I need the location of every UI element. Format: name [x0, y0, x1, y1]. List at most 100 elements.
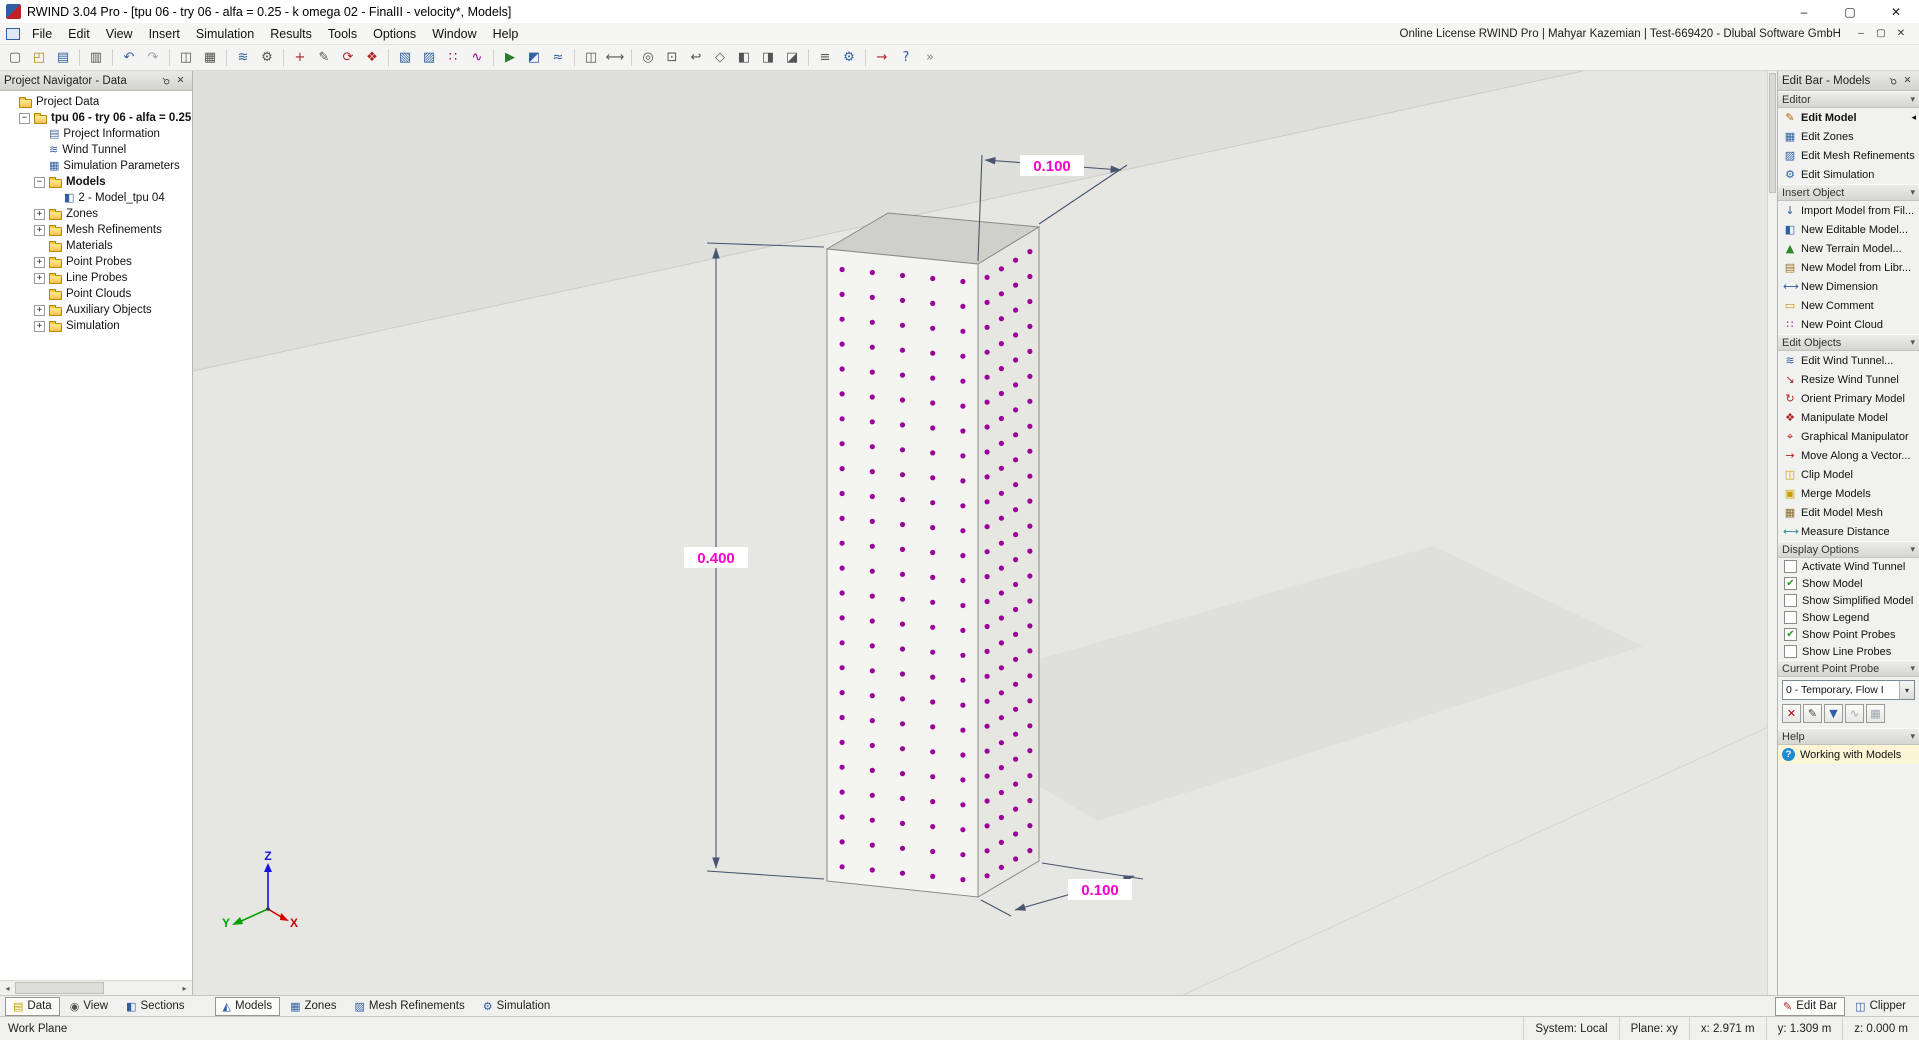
close-button[interactable]: ✕: [1873, 0, 1919, 23]
editbar-item-edit-model[interactable]: ✎ Edit Model ◂: [1778, 108, 1919, 127]
editbar-item-new-model-from-libr[interactable]: ▤ New Model from Libr...: [1778, 258, 1919, 277]
menu-help[interactable]: Help: [485, 24, 527, 44]
tree-item-tpu-06-try-06-alfa-0-25[interactable]: − tpu 06 - try 06 - alfa = 0.25: [0, 110, 192, 126]
measure-button[interactable]: ⟷: [604, 47, 626, 69]
wind-tunnel-button[interactable]: ≋: [232, 47, 254, 69]
save-project-button[interactable]: ▤: [52, 47, 74, 69]
expand-icon[interactable]: +: [34, 320, 45, 332]
simulation-parameters-button[interactable]: ⚙: [256, 47, 278, 69]
save-point-probe-button[interactable]: ▼: [1824, 704, 1843, 723]
expand-icon[interactable]: +: [34, 208, 45, 220]
editbar-item-new-dimension[interactable]: ⟷ New Dimension: [1778, 277, 1919, 296]
menu-simulation[interactable]: Simulation: [188, 24, 262, 44]
tab-zones[interactable]: ▦ Zones: [282, 997, 344, 1016]
menu-window[interactable]: Window: [424, 24, 484, 44]
tab-view[interactable]: ◉ View: [62, 997, 116, 1016]
section-header-insert-object[interactable]: Insert Object ▾: [1778, 184, 1919, 201]
probe-diagram-button[interactable]: ∿: [1845, 704, 1864, 723]
checkbox-unchecked-icon[interactable]: [1784, 594, 1797, 607]
menu-insert[interactable]: Insert: [141, 24, 188, 44]
tab-sections[interactable]: ◧ Sections: [118, 997, 193, 1016]
expand-icon[interactable]: +: [34, 224, 45, 236]
tree-item-point-clouds[interactable]: Point Clouds: [0, 286, 192, 302]
checkbox-checked-icon[interactable]: ✔: [1784, 577, 1797, 590]
redo-button[interactable]: ↷: [142, 47, 164, 69]
editbar-item-edit-model-mesh[interactable]: ▦ Edit Model Mesh: [1778, 503, 1919, 522]
move-along-vector-button[interactable]: →: [871, 47, 893, 69]
editbar-item-new-comment[interactable]: ▭ New Comment: [1778, 296, 1919, 315]
new-line-probe-button[interactable]: ∿: [466, 47, 488, 69]
minimize-button[interactable]: –: [1781, 0, 1827, 23]
toolbar-overflow-button[interactable]: »: [919, 47, 941, 69]
editbar-item-clip-model[interactable]: ◫ Clip Model: [1778, 465, 1919, 484]
checkbox-unchecked-icon[interactable]: [1784, 645, 1797, 658]
tree-item-2-model-tpu-04[interactable]: ◧ 2 - Model_tpu 04: [0, 190, 192, 206]
tree-item-project-information[interactable]: ▤ Project Information: [0, 126, 192, 142]
view-x-button[interactable]: ◧: [733, 47, 755, 69]
checkbox-unchecked-icon[interactable]: [1784, 560, 1797, 573]
clipping-planes-button[interactable]: ◫: [580, 47, 602, 69]
viewport-scrollbar-thumb[interactable]: [1769, 73, 1776, 193]
section-header-display-options[interactable]: Display Options ▾: [1778, 541, 1919, 558]
tree-item-mesh-refinements[interactable]: + Mesh Refinements: [0, 222, 192, 238]
menu-options[interactable]: Options: [365, 24, 424, 44]
edit-point-probe-button[interactable]: ✎: [1803, 704, 1822, 723]
editbar-item-edit-mesh-refinements[interactable]: ▨ Edit Mesh Refinements: [1778, 146, 1919, 165]
collapse-icon[interactable]: −: [19, 112, 30, 124]
tree-item-simulation[interactable]: + Simulation: [0, 318, 192, 334]
scroll-left-icon[interactable]: ◂: [0, 981, 15, 995]
view-z-button[interactable]: ◪: [781, 47, 803, 69]
checkbox-show-point-probes[interactable]: ✔ Show Point Probes: [1778, 626, 1919, 643]
section-header-help[interactable]: Help ▾: [1778, 728, 1919, 745]
editbar-item-resize-wind-tunnel[interactable]: ↘ Resize Wind Tunnel: [1778, 370, 1919, 389]
editbar-item-edit-zones[interactable]: ▦ Edit Zones: [1778, 127, 1919, 146]
display-properties-button[interactable]: ≡: [814, 47, 836, 69]
pin-icon[interactable]: [1885, 73, 1900, 88]
menu-tools[interactable]: Tools: [320, 24, 365, 44]
editbar-item-manipulate-model[interactable]: ❖ Manipulate Model: [1778, 408, 1919, 427]
section-header-edit-objects[interactable]: Edit Objects ▾: [1778, 334, 1919, 351]
new-project-button[interactable]: ▢: [4, 47, 26, 69]
view-y-button[interactable]: ◨: [757, 47, 779, 69]
3d-viewport-canvas[interactable]: 0.100 0.400 0.100 Z Y X: [193, 71, 1777, 995]
tree-item-simulation-parameters[interactable]: ▦ Simulation Parameters: [0, 158, 192, 174]
editbar-item-move-along-a-vector[interactable]: → Move Along a Vector...: [1778, 446, 1919, 465]
pin-icon[interactable]: [158, 73, 173, 88]
expand-icon[interactable]: +: [34, 256, 45, 268]
editbar-item-graphical-manipulator[interactable]: ⌖ Graphical Manipulator: [1778, 427, 1919, 446]
menu-file[interactable]: File: [24, 24, 60, 44]
tree-item-project-data[interactable]: Project Data: [0, 94, 192, 110]
scrollbar-track[interactable]: [15, 981, 177, 995]
scroll-right-icon[interactable]: ▸: [177, 981, 192, 995]
viewport-vertical-scrollbar[interactable]: [1767, 71, 1777, 995]
navigator-horizontal-scrollbar[interactable]: ◂ ▸: [0, 980, 192, 995]
viewport[interactable]: 0.100 0.400 0.100 Z Y X: [193, 71, 1777, 995]
probe-table-button[interactable]: ▦: [1866, 704, 1885, 723]
checkbox-show-line-probes[interactable]: Show Line Probes: [1778, 643, 1919, 660]
tables-button[interactable]: ▦: [199, 47, 221, 69]
tree-item-wind-tunnel[interactable]: ≋ Wind Tunnel: [0, 142, 192, 158]
menu-edit[interactable]: Edit: [60, 24, 98, 44]
tree-item-auxiliary-objects[interactable]: + Auxiliary Objects: [0, 302, 192, 318]
editbar-item-merge-models[interactable]: ▣ Merge Models: [1778, 484, 1919, 503]
section-header-editor[interactable]: Editor ▾: [1778, 91, 1919, 108]
editbar-item-edit-wind-tunnel[interactable]: ≋ Edit Wind Tunnel...: [1778, 351, 1919, 370]
mdi-minimize-button[interactable]: –: [1851, 25, 1871, 43]
tab-mesh-refinements[interactable]: ▨ Mesh Refinements: [346, 997, 472, 1016]
expand-icon[interactable]: +: [34, 272, 45, 284]
project-navigator-button[interactable]: ◫: [175, 47, 197, 69]
tree-item-point-probes[interactable]: + Point Probes: [0, 254, 192, 270]
manipulate-model-button[interactable]: ❖: [361, 47, 383, 69]
print-button[interactable]: ▥: [85, 47, 107, 69]
new-model-button[interactable]: +: [289, 47, 311, 69]
tree-item-line-probes[interactable]: + Line Probes: [0, 270, 192, 286]
animate-flow-button[interactable]: ≈: [547, 47, 569, 69]
collapse-icon[interactable]: −: [34, 176, 45, 188]
tab-simulation[interactable]: ⚙ Simulation: [475, 997, 559, 1016]
isometric-view-button[interactable]: ◇: [709, 47, 731, 69]
help-button[interactable]: ?: [895, 47, 917, 69]
checkbox-show-model[interactable]: ✔ Show Model: [1778, 575, 1919, 592]
menu-results[interactable]: Results: [262, 24, 320, 44]
scrollbar-thumb[interactable]: [15, 982, 105, 994]
help-working-with-models[interactable]: Working with Models: [1778, 745, 1919, 764]
